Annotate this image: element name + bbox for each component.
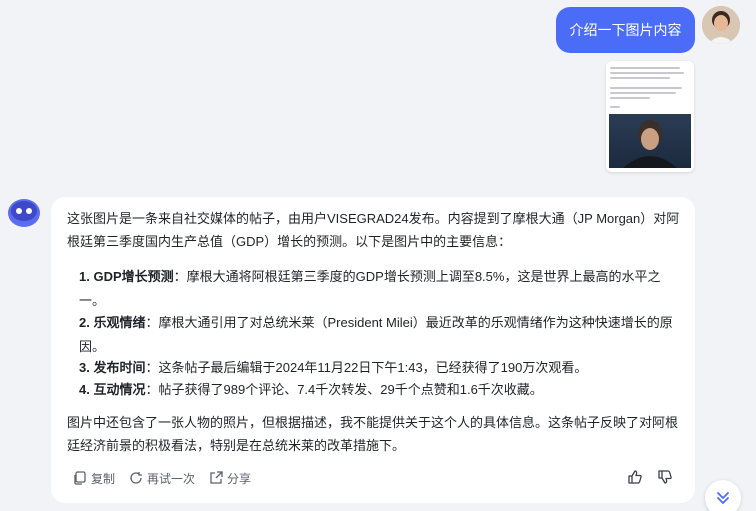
retry-button[interactable]: 再试一次 <box>129 470 195 487</box>
thumbs-down-icon <box>658 470 672 484</box>
thumbs-up-icon <box>628 470 642 484</box>
attached-image-thumbnail[interactable] <box>606 61 694 172</box>
item-number: 4. <box>79 382 90 397</box>
share-button[interactable]: 分享 <box>209 470 251 487</box>
list-item: 2. 乐观情绪：摩根大通引用了对总统米莱（President Milei）最近改… <box>79 311 679 359</box>
list-item: 1. GDP增长预测：摩根大通将阿根廷第三季度的GDP增长预测上调至8.5%，这… <box>79 265 679 313</box>
retry-icon <box>130 472 143 484</box>
item-separator: ： <box>145 382 159 397</box>
list-item: 4. 互动情况：帖子获得了989个评论、7.4千次转发、29千个点赞和1.6千次… <box>79 378 679 402</box>
share-icon <box>210 471 223 484</box>
chevron-down-icon <box>717 492 729 504</box>
item-separator: ： <box>145 315 159 330</box>
user-message-bubble: 介绍一下图片内容 <box>556 7 695 53</box>
thumbs-up-button[interactable] <box>627 469 643 485</box>
item-number: 1. <box>79 269 90 284</box>
scroll-to-bottom-button[interactable] <box>705 480 741 511</box>
list-item: 3. 发布时间：这条帖子最后编辑于2024年11月22日下午1:43，已经获得了… <box>79 356 679 380</box>
person-photo <box>609 114 691 168</box>
copy-button[interactable]: 复制 <box>73 470 115 487</box>
answer-card: 这张图片是一条来自社交媒体的帖子，由用户VISEGRAD24发布。内容提到了摩根… <box>51 197 695 503</box>
copy-label: 复制 <box>91 471 116 486</box>
user-avatar <box>702 6 740 44</box>
copy-icon <box>74 471 86 485</box>
item-number: 2. <box>79 315 90 330</box>
item-text: 摩根大通引用了对总统米莱（President Milei）最近改革的乐观情绪作为… <box>79 315 673 354</box>
item-text: 这条帖子最后编辑于2024年11月22日下午1:43，已经获得了190万次观看。 <box>158 360 588 375</box>
answer-intro: 这张图片是一条来自社交媒体的帖子，由用户VISEGRAD24发布。内容提到了摩根… <box>67 211 680 249</box>
answer-closing: 图片中还包含了一张人物的照片，但根据描述，我不能提供关于这个人的具体信息。这条帖… <box>67 415 679 453</box>
thumbs-down-button[interactable] <box>657 469 673 485</box>
share-label: 分享 <box>227 471 252 486</box>
answer-actions: 复制 再试一次 分享 <box>73 467 265 489</box>
item-separator: ： <box>145 360 159 375</box>
retry-label: 再试一次 <box>147 471 196 486</box>
item-key: 互动情况 <box>93 382 146 397</box>
item-key: 乐观情绪 <box>93 315 146 330</box>
item-number: 3. <box>79 360 90 375</box>
item-text: 帖子获得了989个评论、7.4千次转发、29千个点赞和1.6千次收藏。 <box>158 382 543 397</box>
item-separator: ： <box>173 269 187 284</box>
item-key: 发布时间 <box>93 360 146 375</box>
feedback-group <box>613 469 673 485</box>
bot-avatar-icon <box>7 197 41 231</box>
item-key: GDP增长预测 <box>93 269 174 284</box>
